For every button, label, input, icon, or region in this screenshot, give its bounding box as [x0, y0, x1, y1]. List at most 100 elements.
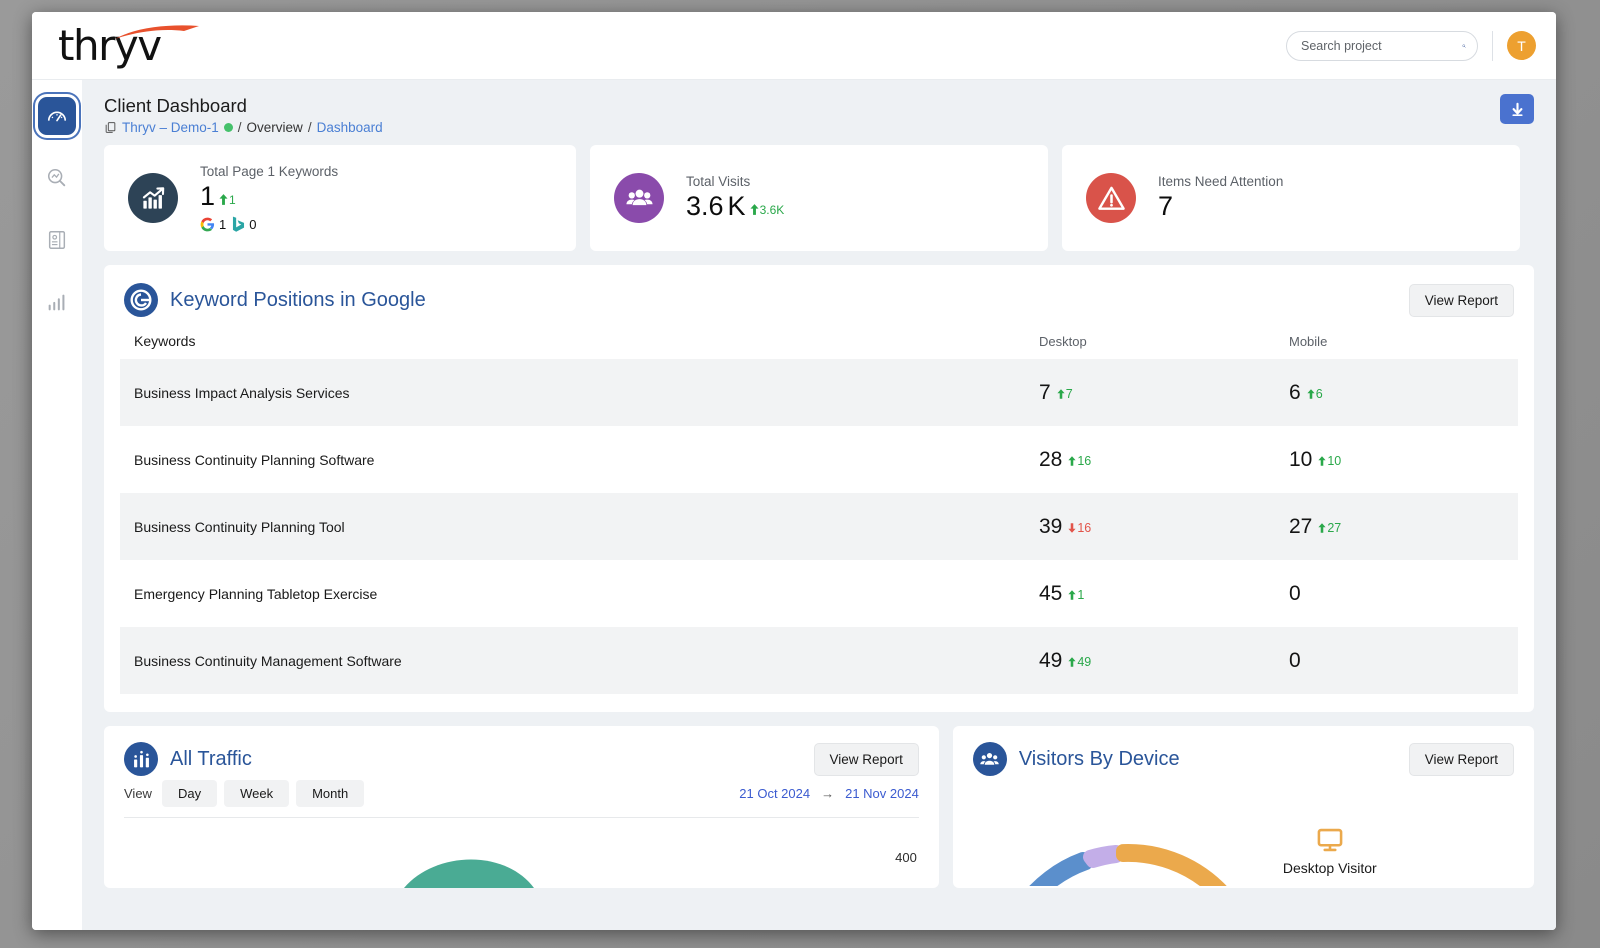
page-title: Client Dashboard	[104, 95, 247, 116]
kpi-card-total-page-1-keywords: Total Page 1 Keywords 1 1 1 0	[104, 145, 576, 251]
column-header-mobile: Mobile	[1289, 333, 1328, 349]
table-row[interactable]: Business Impact Analysis Services 77 66	[120, 359, 1518, 426]
view-report-button-keywords[interactable]: View Report	[1408, 283, 1514, 317]
logo-text: thryv	[58, 20, 162, 70]
kpi-delta: 1	[219, 193, 236, 207]
y-axis-tick-400: 400	[895, 850, 917, 865]
gauge-icon	[47, 111, 67, 122]
breadcrumb-sep-2: /	[307, 120, 312, 135]
view-label: View	[124, 786, 152, 801]
top-bar-actions: T	[1286, 30, 1556, 61]
panel-title: All Traffic	[170, 747, 252, 770]
warning-icon	[1086, 173, 1136, 223]
mobile-rank: 10 10	[1289, 447, 1342, 471]
date-from[interactable]: 21 Oct 2024	[739, 786, 810, 801]
desktop-change: 1	[1068, 588, 1084, 602]
thryv-logo[interactable]: thryv	[58, 20, 199, 72]
keyword-name: Business Continuity Management Software	[134, 652, 402, 669]
download-arrow-icon	[1511, 102, 1523, 116]
app-window: thryv T	[32, 12, 1556, 930]
top-bar: thryv T	[32, 12, 1556, 80]
mobile-change: 10	[1318, 454, 1341, 468]
desktop-change: 16	[1068, 454, 1091, 468]
report-document-icon	[48, 231, 66, 249]
mobile-rank: 0	[1289, 648, 1301, 672]
desktop-rank: 49 49	[1039, 648, 1092, 672]
search-project-box[interactable]	[1286, 30, 1478, 61]
keyword-name: Business Continuity Planning Software	[134, 451, 375, 468]
traffic-area-chart: 400	[104, 818, 939, 888]
avatar[interactable]: T	[1507, 31, 1536, 60]
sidebar-item-reports[interactable]	[38, 221, 76, 259]
bing-icon	[233, 216, 245, 232]
mobile-rank: 0	[1289, 581, 1301, 605]
panel-title: Keyword Positions in Google	[170, 288, 426, 311]
kpi-value: 3.6	[686, 191, 724, 221]
device-panel-header: Visitors By Device View Report	[953, 726, 1534, 776]
mobile-rank: 66	[1289, 380, 1323, 404]
mobile-rank: 27 27	[1289, 514, 1342, 538]
range-month[interactable]: Month	[296, 780, 365, 807]
date-to[interactable]: 21 Nov 2024	[845, 786, 919, 801]
table-row[interactable]: Business Continuity Planning Tool 39 16 2…	[120, 493, 1518, 560]
google-engine-stat: 1	[200, 217, 226, 232]
copy-icon[interactable]	[104, 121, 117, 134]
keyword-name: Business Continuity Planning Tool	[134, 518, 345, 535]
magnifier-analytics-icon	[47, 168, 66, 187]
breadcrumb-current[interactable]: Dashboard	[317, 120, 383, 135]
date-arrow-icon: →	[821, 786, 835, 801]
range-day[interactable]: Day	[161, 780, 218, 807]
device-legend-label: Desktop Visitor	[1282, 860, 1377, 876]
keyword-panel-header: Keyword Positions in Google View Report	[104, 265, 1534, 329]
sidebar	[32, 80, 82, 930]
range-week[interactable]: Week	[224, 780, 290, 807]
column-header-keywords: Keywords	[134, 333, 196, 349]
desktop-rank: 77	[1039, 380, 1073, 404]
breadcrumb-section[interactable]: Overview	[247, 120, 303, 135]
traffic-chart-svg	[404, 859, 534, 888]
download-button[interactable]	[1500, 94, 1534, 124]
keyword-table-header: Keywords Desktop Mobile	[120, 329, 1518, 359]
desktop-change: 49	[1068, 655, 1091, 669]
kpi-value: 7	[1158, 191, 1174, 221]
keyword-name: Emergency Planning Tabletop Exercise	[134, 585, 378, 602]
breadcrumb-sep-1: /	[237, 120, 242, 135]
search-icon[interactable]	[1462, 38, 1466, 54]
date-range[interactable]: 21 Oct 2024 → 21 Nov 2024	[739, 786, 919, 801]
kpi-card-items-need-attention: Items Need Attention 7	[1062, 145, 1520, 251]
kpi-value-suffix: K	[727, 191, 746, 221]
sidebar-item-research[interactable]	[38, 159, 76, 197]
project-status-dot	[223, 123, 233, 132]
desktop-change: 7	[1057, 387, 1073, 401]
monitor-icon	[1317, 828, 1343, 852]
bottom-panels-row: All Traffic View Report View Day Week Mo…	[82, 726, 1556, 888]
bing-engine-stat: 0	[232, 216, 256, 232]
table-row[interactable]: Business Continuity Management Software …	[120, 627, 1518, 694]
users-icon	[614, 173, 664, 223]
desktop-rank: 28 16	[1039, 447, 1092, 471]
kpi-label: Items Need Attention	[1158, 174, 1284, 189]
breadcrumb-project[interactable]: Thryv – Demo-1	[122, 120, 219, 135]
column-header-desktop: Desktop	[1039, 333, 1087, 349]
sidebar-item-analytics[interactable]	[38, 283, 76, 321]
google-count: 1	[219, 216, 227, 232]
kpi-engine-breakdown: 1 0	[200, 216, 338, 232]
arrow-up-icon	[750, 204, 759, 215]
visitors-by-device-panel: Visitors By Device View Report Desktop V…	[952, 726, 1534, 888]
table-row[interactable]: Emergency Planning Tabletop Exercise 45 1…	[120, 560, 1518, 627]
keyword-positions-panel: Keyword Positions in Google View Report …	[104, 265, 1534, 712]
all-traffic-panel: All Traffic View Report View Day Week Mo…	[104, 726, 939, 888]
app-body: Client Dashboard Thryv – Demo-1 / Overvi…	[32, 80, 1556, 930]
search-input[interactable]	[1301, 38, 1462, 53]
keyword-name: Business Impact Analysis Services	[134, 384, 350, 401]
google-g-icon	[124, 283, 158, 317]
sidebar-item-dashboard[interactable]	[38, 97, 76, 135]
device-legend: Desktop Visitor	[1283, 826, 1377, 876]
view-report-button-device[interactable]: View Report	[1408, 742, 1514, 776]
arrow-up-icon	[219, 194, 228, 205]
table-row[interactable]: Business Continuity Planning Software 28…	[120, 426, 1518, 493]
google-icon	[200, 217, 215, 231]
main-content: Client Dashboard Thryv – Demo-1 / Overvi…	[82, 80, 1556, 930]
view-report-button-traffic[interactable]: View Report	[813, 742, 919, 776]
kpi-label: Total Visits	[686, 174, 751, 189]
